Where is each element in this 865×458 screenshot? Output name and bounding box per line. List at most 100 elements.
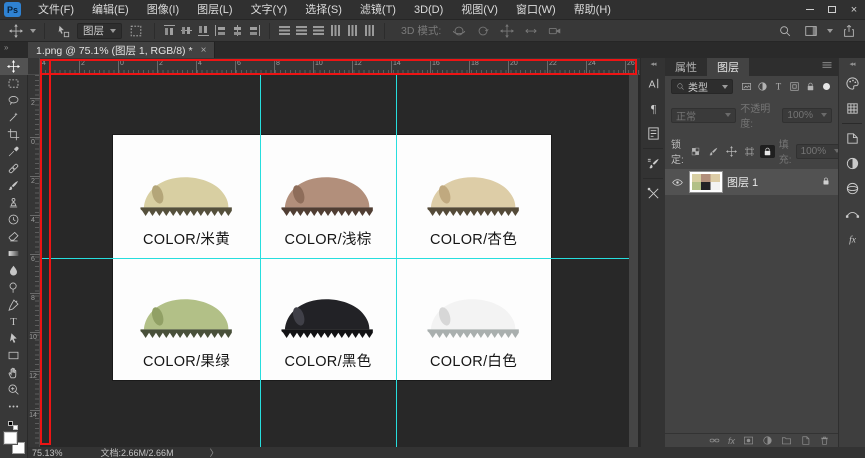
brush-settings-panel-icon[interactable] bbox=[641, 151, 665, 176]
menu-item[interactable]: 文件(F) bbox=[29, 0, 83, 20]
spot-heal-tool[interactable] bbox=[0, 160, 28, 177]
move-tool[interactable] bbox=[0, 58, 28, 75]
align-right-edges-icon[interactable] bbox=[248, 24, 261, 37]
threed-camera-icon[interactable] bbox=[545, 22, 565, 40]
guide-horizontal-1[interactable] bbox=[40, 258, 629, 259]
new-adjustment-layer-icon[interactable] bbox=[762, 435, 773, 446]
threed-pan-icon[interactable] bbox=[497, 22, 517, 40]
collapse-panels-icon[interactable]: ◂◂ bbox=[650, 58, 656, 71]
hand-tool[interactable] bbox=[0, 364, 28, 381]
auto-select-icon[interactable] bbox=[53, 22, 73, 40]
type-tool[interactable] bbox=[0, 313, 28, 330]
pen-tool[interactable] bbox=[0, 296, 28, 313]
auto-select-target-dropdown[interactable]: 图层 bbox=[77, 22, 122, 39]
distribute-left-edges-icon[interactable] bbox=[329, 24, 342, 37]
libraries-panel-icon[interactable] bbox=[839, 126, 865, 151]
share-icon[interactable] bbox=[839, 22, 859, 40]
align-vertical-centers-icon[interactable] bbox=[180, 24, 193, 37]
document-tab[interactable]: 1.png @ 75.1% (图层 1, RGB/8) * × bbox=[28, 42, 216, 58]
minimize-button[interactable] bbox=[799, 1, 821, 19]
filter-type-layers-icon[interactable] bbox=[773, 81, 784, 92]
foreground-background-swatches[interactable] bbox=[3, 432, 25, 454]
threed-slide-icon[interactable] bbox=[521, 22, 541, 40]
layer-name[interactable]: 图层 1 bbox=[727, 174, 816, 190]
workspace-chevron-icon[interactable] bbox=[827, 28, 833, 33]
layer-filter-toggle[interactable] bbox=[823, 83, 830, 90]
new-layer-icon[interactable] bbox=[800, 435, 811, 446]
layer-row[interactable]: 图层 1 bbox=[665, 169, 838, 195]
distribute-top-edges-icon[interactable] bbox=[278, 24, 291, 37]
guide-vertical-1[interactable] bbox=[260, 75, 261, 447]
distribute-vertical-centers-icon[interactable] bbox=[295, 24, 308, 37]
more-tools[interactable] bbox=[0, 398, 28, 415]
swatches-panel-icon[interactable] bbox=[839, 96, 865, 121]
quick-select-tool[interactable] bbox=[0, 109, 28, 126]
lock-position-icon[interactable] bbox=[724, 145, 739, 158]
status-options-chevron-icon[interactable]: 〉 bbox=[210, 446, 219, 458]
filter-pixel-layers-icon[interactable] bbox=[741, 81, 752, 92]
panel-menu-icon[interactable] bbox=[821, 58, 833, 76]
layer-style-fx-icon[interactable]: fx bbox=[728, 436, 735, 446]
lock-transparent-pixels-icon[interactable] bbox=[688, 145, 703, 158]
canvas-area[interactable]: 4 2 0 2 4 6 8 10 12 14 16 18 20 22 24 26 2 0 2 4 6 8 10 12 14 C… bbox=[28, 58, 640, 447]
panel-tab[interactable]: 属性 bbox=[665, 58, 707, 76]
menu-item[interactable]: 文字(Y) bbox=[242, 0, 297, 20]
path-select-tool[interactable] bbox=[0, 330, 28, 347]
foreground-color-swatch[interactable] bbox=[3, 432, 17, 444]
threed-roll-icon[interactable] bbox=[473, 22, 493, 40]
document-tab-close-icon[interactable]: × bbox=[201, 45, 207, 56]
menu-item[interactable]: 3D(D) bbox=[405, 0, 452, 20]
toolbar-expand-icon[interactable]: » bbox=[4, 43, 9, 52]
lock-all-icon[interactable] bbox=[759, 144, 775, 158]
search-icon[interactable] bbox=[775, 22, 795, 40]
align-left-edges-icon[interactable] bbox=[214, 24, 227, 37]
show-transform-controls-icon[interactable] bbox=[126, 22, 146, 40]
layer-filter-type-dropdown[interactable]: 类型 bbox=[671, 79, 733, 94]
ruler-corner[interactable] bbox=[28, 58, 40, 75]
tool-preset-chevron-icon[interactable] bbox=[30, 28, 36, 33]
layer-visibility-eye-icon[interactable] bbox=[669, 178, 685, 187]
align-horizontal-centers-icon[interactable] bbox=[231, 24, 244, 37]
vertical-scrollbar[interactable] bbox=[629, 75, 638, 447]
marquee-tool[interactable] bbox=[0, 75, 28, 92]
collapse-panels-icon[interactable]: ◂◂ bbox=[849, 58, 855, 71]
lock-artboard-icon[interactable] bbox=[742, 145, 757, 158]
dodge-tool[interactable] bbox=[0, 279, 28, 296]
restore-button[interactable] bbox=[821, 1, 843, 19]
zoom-level-field[interactable]: 75.13% bbox=[32, 448, 63, 458]
close-button[interactable]: × bbox=[843, 1, 865, 19]
filter-shape-layers-icon[interactable] bbox=[789, 81, 800, 92]
paragraph-panel-icon[interactable] bbox=[641, 96, 665, 121]
character-panel-icon[interactable] bbox=[641, 71, 665, 96]
move-tool-icon[interactable] bbox=[6, 22, 26, 40]
guide-vertical-2[interactable] bbox=[396, 75, 397, 447]
menu-item[interactable]: 图层(L) bbox=[188, 0, 241, 20]
distribute-horizontal-centers-icon[interactable] bbox=[346, 24, 359, 37]
shape-tool[interactable] bbox=[0, 347, 28, 364]
align-top-edges-icon[interactable] bbox=[163, 24, 176, 37]
eyedropper-tool[interactable] bbox=[0, 143, 28, 160]
align-bottom-edges-icon[interactable] bbox=[197, 24, 210, 37]
threed-panel-icon[interactable] bbox=[839, 176, 865, 201]
adjustments-panel-icon[interactable] bbox=[839, 151, 865, 176]
layer-thumbnail[interactable] bbox=[689, 171, 723, 193]
menu-item[interactable]: 窗口(W) bbox=[507, 0, 565, 20]
styles-panel-icon[interactable] bbox=[839, 226, 865, 251]
add-layer-mask-icon[interactable] bbox=[743, 435, 754, 446]
link-layers-icon[interactable] bbox=[709, 435, 720, 446]
filter-adjustment-layers-icon[interactable] bbox=[757, 81, 768, 92]
blur-tool[interactable] bbox=[0, 262, 28, 279]
distribute-bottom-edges-icon[interactable] bbox=[312, 24, 325, 37]
menu-item[interactable]: 视图(V) bbox=[452, 0, 507, 20]
color-panel-icon[interactable] bbox=[839, 71, 865, 96]
glyphs-panel-icon[interactable] bbox=[641, 121, 665, 146]
eraser-tool[interactable] bbox=[0, 228, 28, 245]
vertical-ruler[interactable]: 2 0 2 4 6 8 10 12 14 bbox=[28, 75, 41, 447]
new-group-icon[interactable] bbox=[781, 435, 792, 446]
opacity-field[interactable]: 100% bbox=[782, 107, 832, 123]
threed-orbit-icon[interactable] bbox=[449, 22, 469, 40]
filter-smart-objects-icon[interactable] bbox=[805, 81, 816, 92]
gradient-tool[interactable] bbox=[0, 245, 28, 262]
lock-image-pixels-icon[interactable] bbox=[706, 145, 721, 158]
menu-item[interactable]: 帮助(H) bbox=[565, 0, 620, 20]
